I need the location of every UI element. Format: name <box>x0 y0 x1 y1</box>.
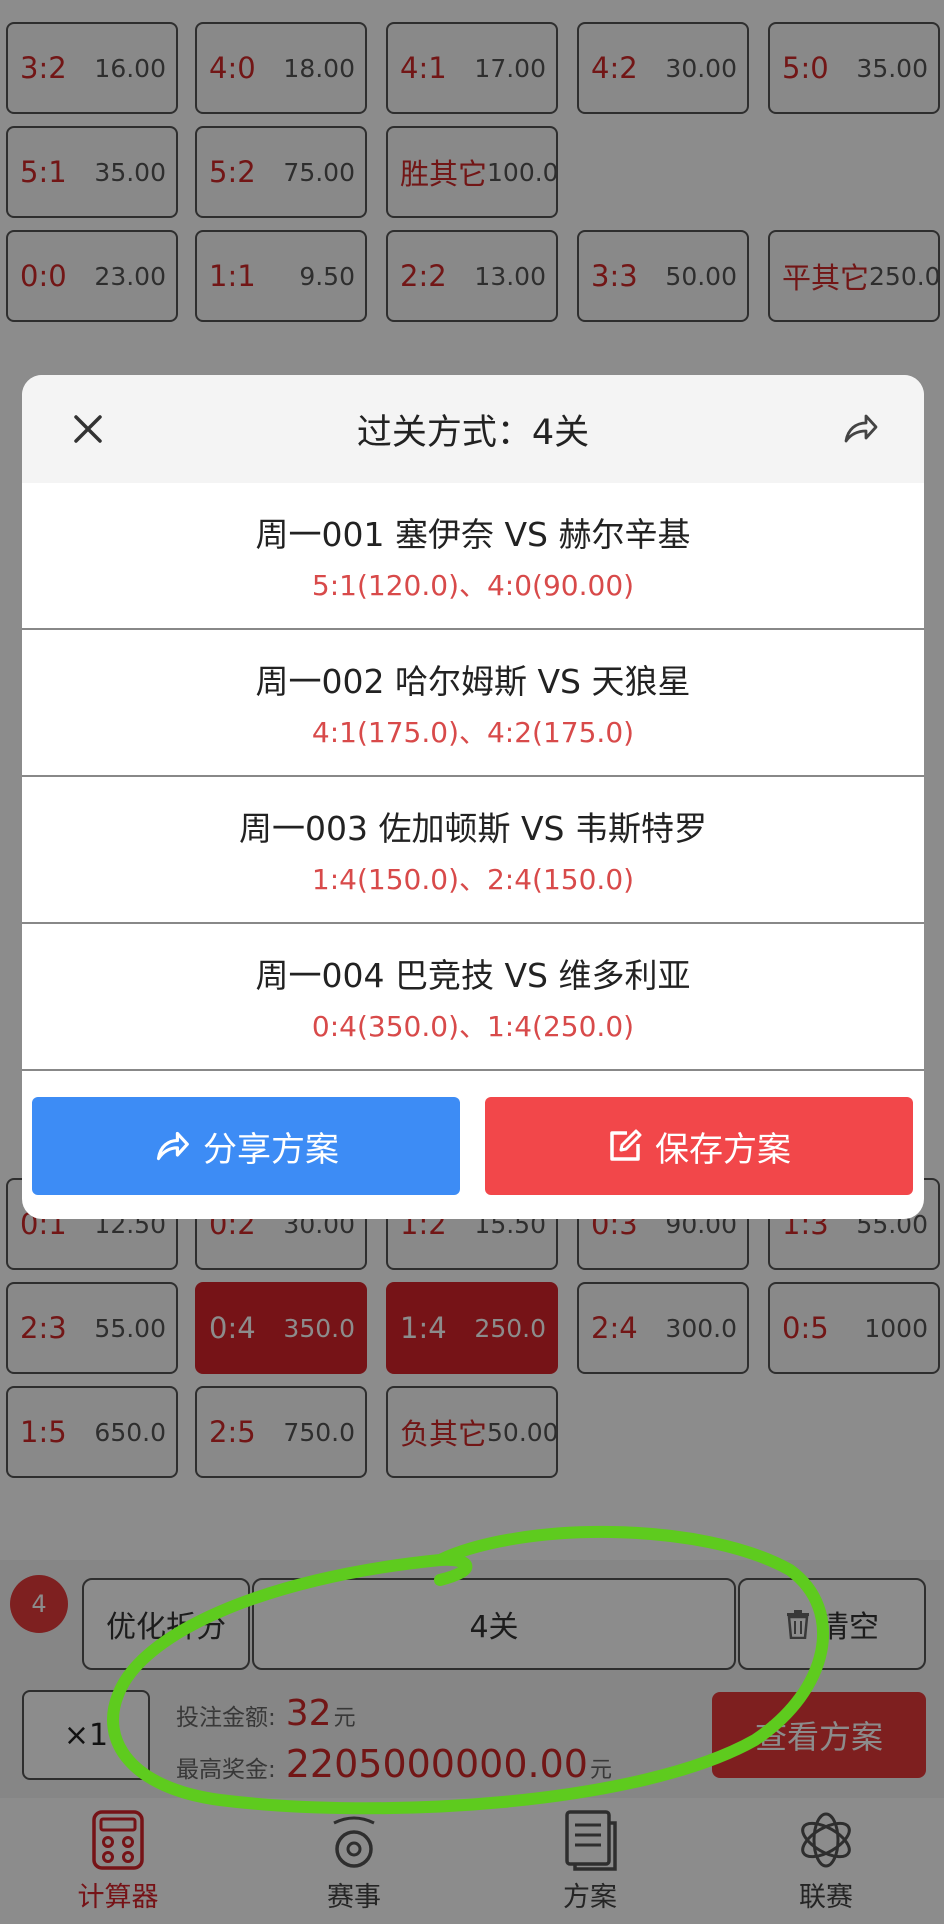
green-circle-annotation <box>107 1526 829 1815</box>
match-scores: 0:4(350.0)、1:4(250.0) <box>311 1009 635 1043</box>
modal-title: 过关方式：4关 <box>356 412 590 453</box>
match-scores: 1:4(150.0)、2:4(150.0) <box>311 862 635 896</box>
match-row: 周一004 巴竞技 VS 维多利亚 0:4(350.0)、1:4(250.0) <box>22 924 924 1071</box>
share-plan-label: 分享方案 <box>203 1129 339 1170</box>
match-row: 周一001 塞伊奈 VS 赫尔辛基 5:1(120.0)、4:0(90.00) <box>22 483 924 630</box>
match-title: 周一003 佐加顿斯 VS 韦斯特罗 <box>239 808 707 848</box>
match-title: 周一002 哈尔姆斯 VS 天狼星 <box>255 661 691 701</box>
match-row: 周一003 佐加顿斯 VS 韦斯特罗 1:4(150.0)、2:4(150.0) <box>22 777 924 924</box>
match-scores: 4:1(175.0)、4:2(175.0) <box>311 715 635 749</box>
share-icon <box>156 1131 189 1161</box>
save-plan-label: 保存方案 <box>655 1129 791 1170</box>
match-row: 周一002 哈尔姆斯 VS 天狼星 4:1(175.0)、4:2(175.0) <box>22 630 924 777</box>
match-title: 周一004 巴竞技 VS 维多利亚 <box>255 955 691 995</box>
share-plan-button[interactable]: 分享方案 <box>32 1097 460 1195</box>
edit-icon <box>610 1129 642 1161</box>
share-icon[interactable] <box>840 409 880 449</box>
close-icon[interactable] <box>68 409 108 449</box>
match-scores: 5:1(120.0)、4:0(90.00) <box>311 568 635 602</box>
save-plan-button[interactable]: 保存方案 <box>485 1097 913 1195</box>
pass-type-modal: 过关方式：4关 周一001 塞伊奈 VS 赫尔辛基 5:1(120.0)、4:0(… <box>22 375 924 1219</box>
match-title: 周一001 塞伊奈 VS 赫尔辛基 <box>255 514 691 554</box>
modal-header: 过关方式：4关 <box>22 375 924 483</box>
